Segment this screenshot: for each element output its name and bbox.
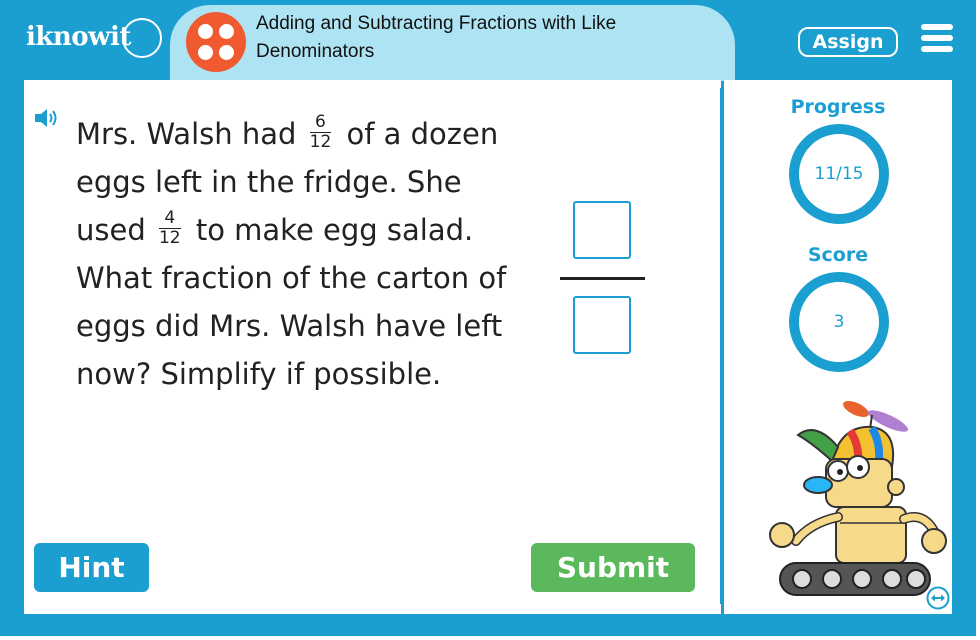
fraction-bar: [560, 277, 645, 280]
submit-button[interactable]: Submit: [531, 543, 695, 592]
score-label: Score: [807, 244, 869, 266]
logo-text: iknowit: [26, 22, 131, 52]
hamburger-menu-icon[interactable]: [921, 24, 953, 54]
fraction-numerator: 4: [158, 208, 181, 229]
fraction-denominator: 12: [309, 131, 332, 152]
denominator-input[interactable]: [573, 296, 631, 354]
fraction-4-12: 4 12: [158, 208, 181, 248]
score-value: 3: [833, 312, 845, 332]
fraction-denominator: 12: [158, 227, 181, 248]
hint-button[interactable]: Hint: [34, 543, 149, 592]
progress-value: 11/15: [814, 164, 864, 184]
question-part-1: Mrs. Walsh had: [76, 117, 297, 151]
progress-ring: 11/15: [789, 124, 889, 224]
fraction-numerator: 6: [309, 112, 332, 133]
assign-button[interactable]: Assign: [798, 27, 898, 57]
question-text: Mrs. Walsh had 6 12 of a dozen eggs left…: [76, 110, 516, 398]
score-ring: 3: [789, 272, 889, 372]
dice-icon: [186, 12, 246, 72]
panel-divider: [720, 88, 723, 604]
fraction-6-12: 6 12: [309, 112, 332, 152]
robot-mascot-image: [769, 400, 947, 596]
iknowit-logo: iknowit: [26, 14, 162, 66]
lesson-title: Adding and Subtracting Fractions with Li…: [256, 13, 617, 62]
swap-arrows-icon[interactable]: [926, 586, 950, 610]
numerator-input[interactable]: [573, 201, 631, 259]
progress-label: Progress: [790, 96, 886, 118]
speaker-icon[interactable]: [33, 107, 61, 129]
